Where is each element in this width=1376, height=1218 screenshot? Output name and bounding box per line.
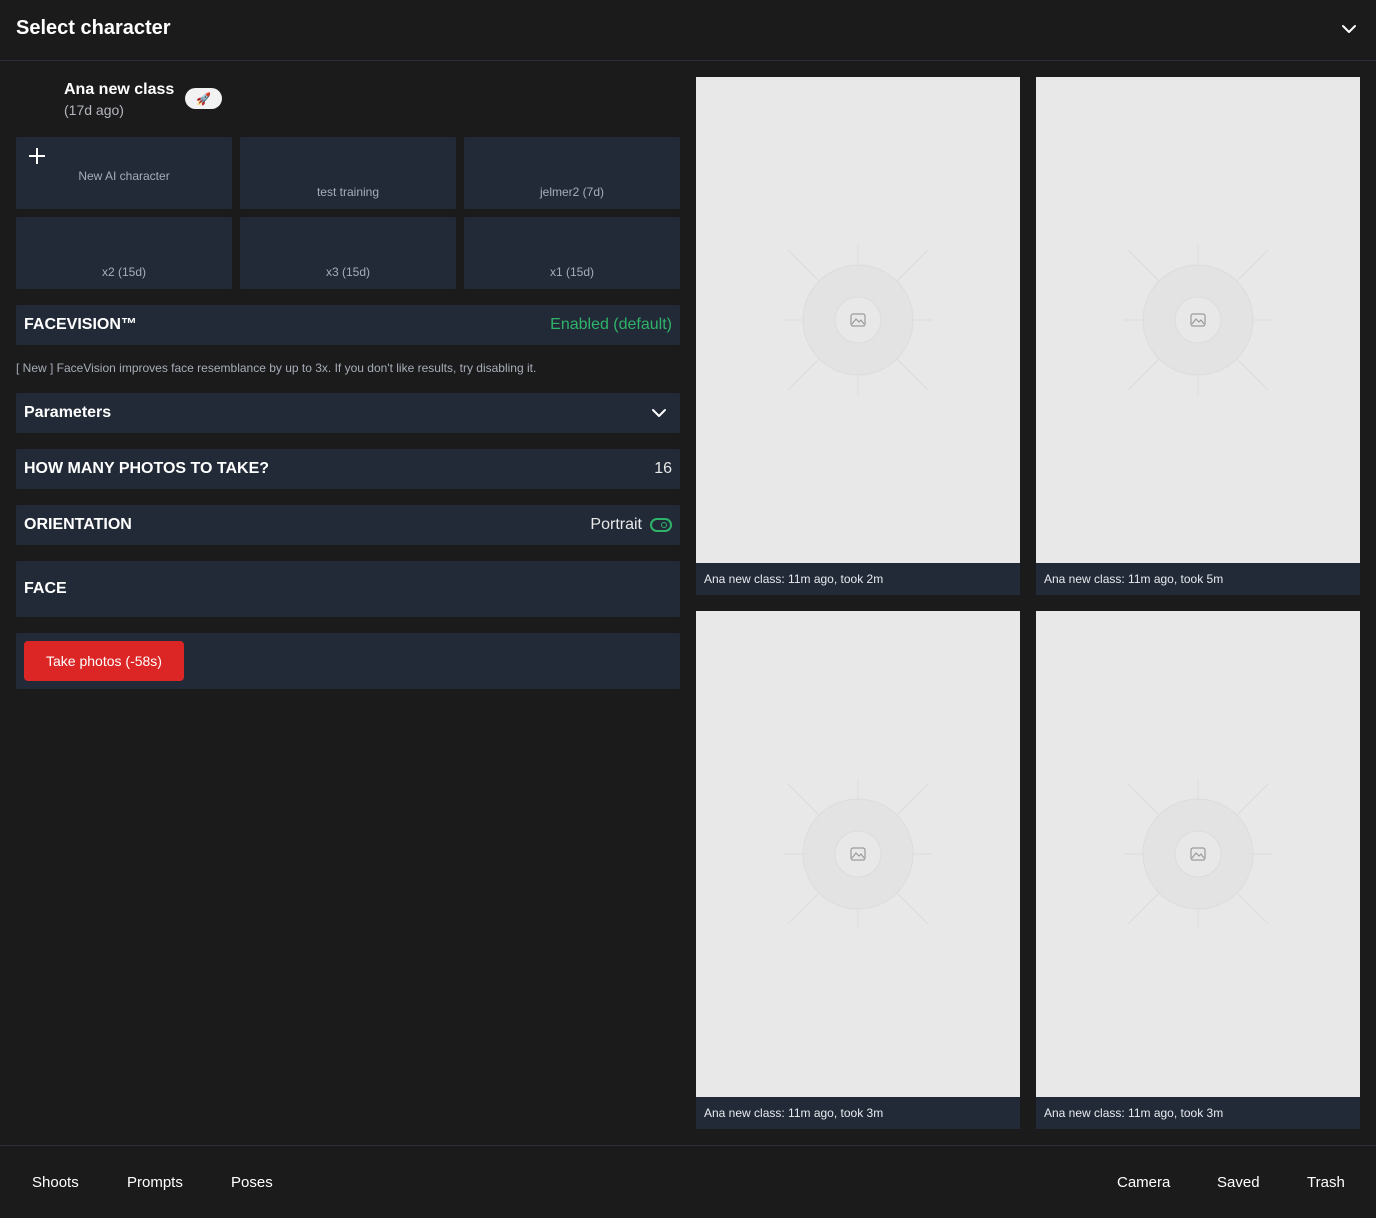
character-tile[interactable]: test training	[240, 137, 456, 209]
parameters-title: Parameters	[24, 404, 112, 421]
photo-card[interactable]: Ana new class: 11m ago, took 3m	[696, 611, 1020, 1129]
chevron-down-icon[interactable]	[650, 404, 668, 422]
rocket-icon[interactable]: 🚀	[185, 88, 222, 109]
character-label: x1 (15d)	[549, 265, 595, 279]
character-label: jelmer2 (7d)	[539, 185, 605, 199]
top-bar: Select character	[0, 0, 1376, 61]
face-title: FACE	[24, 580, 67, 597]
photo-caption: Ana new class: 11m ago, took 3m	[696, 1097, 1020, 1129]
new-ai-character-button[interactable]: New AI character	[16, 137, 232, 209]
image-placeholder-icon	[1123, 245, 1273, 395]
image-placeholder-icon	[1123, 779, 1273, 929]
parameters-panel[interactable]: Parameters	[16, 393, 680, 433]
character-label: x3 (15d)	[325, 265, 371, 279]
photo-card[interactable]: Ana new class: 11m ago, took 2m	[696, 77, 1020, 595]
action-panel: Take photos (-58s)	[16, 633, 680, 689]
nav-camera[interactable]: Camera	[1117, 1174, 1170, 1191]
photo-caption: Ana new class: 11m ago, took 5m	[1036, 563, 1360, 595]
orientation-panel[interactable]: ORIENTATION Portrait	[16, 505, 680, 545]
facevision-status[interactable]: Enabled (default)	[550, 316, 672, 334]
photo-placeholder[interactable]	[696, 611, 1020, 1097]
photo-placeholder[interactable]	[696, 77, 1020, 563]
character-label: New AI character	[78, 169, 170, 183]
image-placeholder-icon	[783, 779, 933, 929]
facevision-panel[interactable]: FACEVISION™ Enabled (default)	[16, 305, 680, 345]
character-tile[interactable]: x3 (15d)	[240, 217, 456, 289]
page-title[interactable]: Select character	[16, 17, 171, 40]
character-tile[interactable]: x1 (15d)	[464, 217, 680, 289]
chevron-down-icon[interactable]	[1340, 20, 1358, 38]
face-panel[interactable]: FACE	[16, 561, 680, 617]
photo-count-panel[interactable]: HOW MANY PHOTOS TO TAKE? 16	[16, 449, 680, 489]
photo-caption: Ana new class: 11m ago, took 3m	[1036, 1097, 1360, 1129]
photo-card[interactable]: Ana new class: 11m ago, took 3m	[1036, 611, 1360, 1129]
nav-prompts[interactable]: Prompts	[127, 1174, 183, 1191]
character-label: x2 (15d)	[101, 265, 147, 279]
orientation-control[interactable]: Portrait	[590, 516, 672, 534]
photo-placeholder[interactable]	[1036, 611, 1360, 1097]
selected-character-age: (17d ago)	[64, 102, 124, 118]
facevision-note: [ New ] FaceVision improves face resembl…	[16, 361, 537, 375]
orientation-title: ORIENTATION	[24, 516, 132, 533]
character-tile[interactable]: jelmer2 (7d)	[464, 137, 680, 209]
photo-caption: Ana new class: 11m ago, took 2m	[696, 563, 1020, 595]
nav-poses[interactable]: Poses	[231, 1174, 273, 1191]
character-tile[interactable]: x2 (15d)	[16, 217, 232, 289]
nav-saved[interactable]: Saved	[1217, 1174, 1260, 1191]
plus-icon	[29, 148, 45, 164]
character-grid: New AI character test training jelmer2 (…	[16, 137, 680, 289]
photo-count-value[interactable]: 16	[654, 460, 672, 478]
photo-placeholder[interactable]	[1036, 77, 1360, 563]
bottom-nav: Shoots Prompts Poses Camera Saved Trash	[0, 1145, 1376, 1218]
nav-trash[interactable]: Trash	[1307, 1174, 1345, 1191]
nav-shoots[interactable]: Shoots	[32, 1174, 79, 1191]
orientation-toggle[interactable]	[650, 517, 672, 532]
facevision-title: FACEVISION™	[24, 316, 137, 333]
photo-count-title: HOW MANY PHOTOS TO TAKE?	[24, 460, 270, 477]
image-placeholder-icon	[783, 245, 933, 395]
take-photos-button[interactable]: Take photos (-58s)	[24, 641, 184, 681]
selected-character: Ana new class (17d ago)	[64, 80, 174, 121]
rocket-glyph: 🚀	[196, 91, 211, 106]
orientation-value: Portrait	[590, 516, 642, 533]
photo-card[interactable]: Ana new class: 11m ago, took 5m	[1036, 77, 1360, 595]
selected-character-name: Ana new class	[64, 81, 175, 98]
character-label: test training	[316, 185, 380, 199]
